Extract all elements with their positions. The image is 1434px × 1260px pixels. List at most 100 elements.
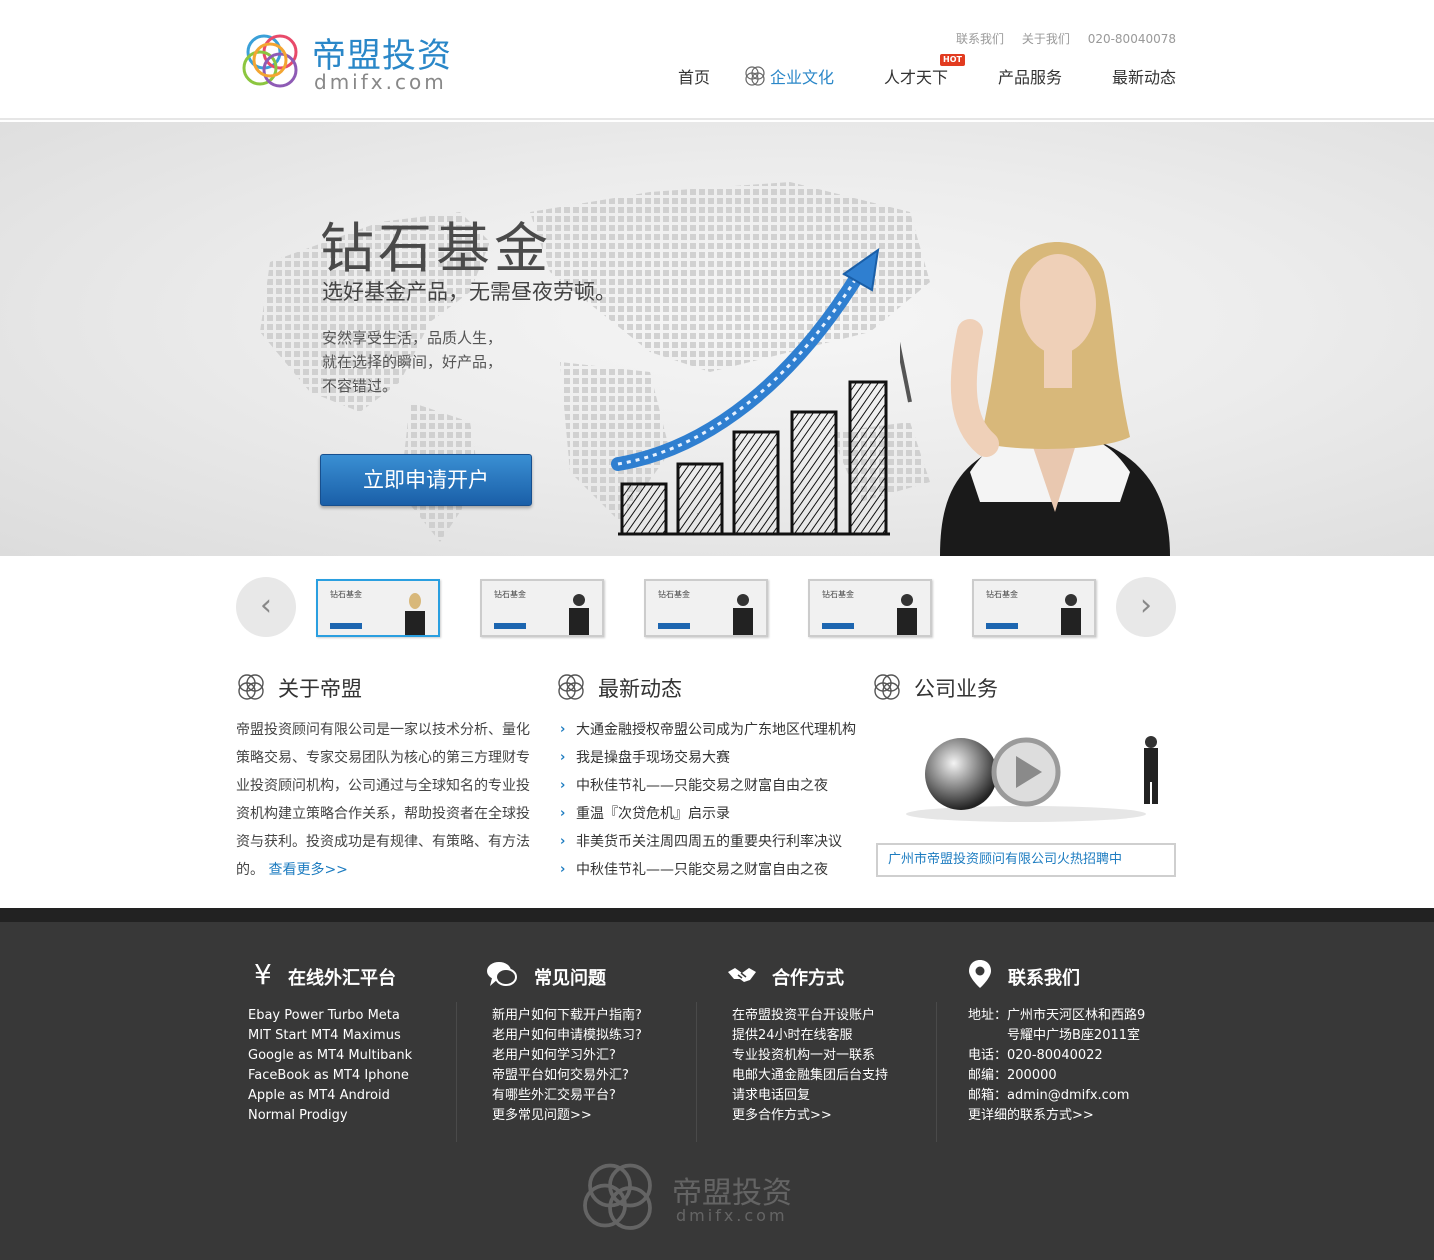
banner-desc-line: 就在选择的瞬间，好产品， bbox=[322, 353, 503, 371]
news-item[interactable]: › 我是操盘手现场交易大赛 bbox=[560, 744, 870, 772]
footer-link[interactable]: 请求电话回复 bbox=[732, 1086, 888, 1106]
news-item-label: 我是操盘手现场交易大赛 bbox=[576, 750, 730, 766]
footer-link[interactable]: 新用户如何下载开户指南? bbox=[492, 1006, 642, 1026]
site-header: 帝盟投资 dmifx.com 联系我们 关于我们 020-80040078 首页… bbox=[0, 0, 1434, 120]
next-slide-button[interactable]: › bbox=[1116, 577, 1176, 637]
footer-link[interactable]: 有哪些外汇交易平台? bbox=[492, 1086, 642, 1106]
news-item-label: 大通金融授权帝盟公司成为广东地区代理机构 bbox=[576, 722, 856, 738]
thumbnail-slide[interactable]: 钻石基金 bbox=[644, 579, 768, 637]
footer-list: 在帝盟投资平台开设账户 提供24小时在线客服 专业投资机构一对一联系 电邮大通金… bbox=[732, 1006, 888, 1126]
nav-news[interactable]: 最新动态 bbox=[1112, 64, 1176, 88]
footer-link[interactable]: 更多常见问题>> bbox=[492, 1106, 642, 1126]
nav-talent[interactable]: 人才天下 HOT bbox=[884, 54, 965, 88]
nav-home[interactable]: 首页 bbox=[678, 64, 710, 88]
footer-divider bbox=[696, 1002, 697, 1142]
footer-link[interactable]: 更多合作方式>> bbox=[732, 1106, 888, 1126]
footer-brand-en: dmifx.com bbox=[676, 1206, 788, 1225]
recruit-banner-link[interactable]: 广州市帝盟投资顾问有限公司火热招聘中 bbox=[876, 843, 1176, 877]
footer-heading: 常见问题 bbox=[486, 958, 642, 992]
footer-link[interactable]: FaceBook as MT4 Iphone bbox=[248, 1066, 412, 1086]
footer-title: 常见问题 bbox=[534, 968, 606, 989]
thumbnail-slide[interactable]: 钻石基金 bbox=[808, 579, 932, 637]
footer-link[interactable]: MIT Start MT4 Maximus bbox=[248, 1026, 412, 1046]
thumbnail-title: 钻石基金 bbox=[330, 590, 362, 599]
footer-link[interactable]: Ebay Power Turbo Meta bbox=[248, 1006, 412, 1026]
about-more-link[interactable]: 查看更多>> bbox=[268, 862, 347, 878]
footer-link[interactable]: 更详细的联系方式>> bbox=[968, 1106, 1145, 1126]
footer-link[interactable]: Google as MT4 Multibank bbox=[248, 1046, 412, 1066]
thumbnail-slide[interactable]: 钻石基金 bbox=[972, 579, 1096, 637]
about-text: 帝盟投资顾问有限公司是一家以技术分析、量化策略交易、专家交易团队为核心的第三方理… bbox=[236, 716, 536, 884]
footer-link[interactable]: Apple as MT4 Android bbox=[248, 1086, 412, 1106]
thumbnail-figure bbox=[1061, 594, 1081, 635]
handshake-icon bbox=[728, 968, 756, 982]
thumbnail-title: 钻石基金 bbox=[986, 590, 1018, 599]
news-item[interactable]: › 中秋佳节礼——只能交易之财富自由之夜 bbox=[560, 772, 870, 800]
footer-title: 联系我们 bbox=[1008, 968, 1080, 989]
site-footer: ¥ 在线外汇平台 Ebay Power Turbo Meta MIT Start… bbox=[0, 908, 1434, 1260]
banner-subtitle: 选好基金产品，无需昼夜劳顿。 bbox=[322, 280, 616, 304]
footer-link[interactable]: Normal Prodigy bbox=[248, 1106, 412, 1126]
swirl-icon bbox=[238, 674, 264, 700]
businesswoman-illustration bbox=[900, 242, 1170, 556]
nav-talent-label: 人才天下 bbox=[884, 68, 949, 87]
footer-heading: 联系我们 bbox=[964, 958, 1145, 992]
footer-list: 地址：广州市天河区林和西路9 号耀中广场B座2011室 电话：020-80040… bbox=[968, 1006, 1145, 1126]
top-links: 联系我们 关于我们 020-80040078 bbox=[942, 30, 1176, 47]
yen-icon: ¥ bbox=[254, 958, 272, 990]
banner-thumbnails: ‹ 钻石基金 钻石基金 钻石基金 钻石基金 钻石基金 › bbox=[236, 575, 1180, 641]
top-link-contact[interactable]: 联系我们 bbox=[956, 32, 1004, 46]
footer-link[interactable]: 帝盟平台如何交易外汇? bbox=[492, 1066, 642, 1086]
footer-list: Ebay Power Turbo Meta MIT Start MT4 Maxi… bbox=[248, 1006, 412, 1126]
footer-link[interactable]: 专业投资机构一对一联系 bbox=[732, 1046, 888, 1066]
logo-rings-icon bbox=[242, 34, 298, 88]
thumbnail-figure bbox=[569, 594, 589, 635]
thumbnail-button bbox=[494, 623, 526, 629]
swirl-icon bbox=[745, 66, 765, 86]
nav-products[interactable]: 产品服务 bbox=[998, 64, 1062, 88]
thumbnail-button bbox=[658, 623, 690, 629]
svg-text:¥: ¥ bbox=[254, 958, 272, 990]
news-title: 最新动态 bbox=[598, 677, 682, 701]
news-item-label: 重温『次贷危机』启示录 bbox=[576, 806, 730, 822]
chevron-right-icon: › bbox=[560, 750, 566, 765]
about-title: 关于帝盟 bbox=[278, 677, 362, 701]
thumbnail-button bbox=[986, 623, 1018, 629]
nav-culture[interactable]: 企业文化 bbox=[745, 64, 834, 88]
chevron-right-icon: › bbox=[560, 862, 566, 877]
banner-desc-line: 安然享受生活，品质人生， bbox=[322, 329, 503, 347]
thumbnail-figure bbox=[897, 594, 917, 635]
footer-divider bbox=[936, 1002, 937, 1142]
news-item[interactable]: › 重温『次贷危机』启示录 bbox=[560, 800, 870, 828]
footer-link[interactable]: 电邮大通金融集团后台支持 bbox=[732, 1066, 888, 1086]
hot-badge: HOT bbox=[940, 54, 965, 66]
thumbnail-slide[interactable]: 钻石基金 bbox=[480, 579, 604, 637]
apply-account-button[interactable]: 立即申请开户 bbox=[320, 454, 532, 506]
news-item-label: 非美货币关注周四周五的重要央行利率决议 bbox=[576, 834, 842, 850]
footer-col-faq: 常见问题 新用户如何下载开户指南? 老用户如何申请模拟练习? 老用户如何学习外汇… bbox=[486, 958, 642, 1126]
chevron-right-icon: › bbox=[1140, 588, 1152, 623]
contact-phone: 电话：020-80040022 bbox=[968, 1048, 1103, 1063]
news-item[interactable]: › 非美货币关注周四周五的重要央行利率决议 bbox=[560, 828, 870, 856]
footer-link[interactable]: 老用户如何学习外汇? bbox=[492, 1046, 642, 1066]
prev-slide-button[interactable]: ‹ bbox=[236, 577, 296, 637]
business-title: 公司业务 bbox=[914, 677, 998, 701]
news-item-label: 中秋佳节礼——只能交易之财富自由之夜 bbox=[576, 862, 828, 878]
footer-link[interactable]: 在帝盟投资平台开设账户 bbox=[732, 1006, 888, 1026]
footer-col-platform: ¥ 在线外汇平台 Ebay Power Turbo Meta MIT Start… bbox=[248, 958, 412, 1126]
footer-logo: 帝盟投资 dmifx.com bbox=[580, 1158, 820, 1238]
business-video-thumbnail[interactable] bbox=[876, 722, 1176, 832]
footer-link[interactable]: 提供24小时在线客服 bbox=[732, 1026, 888, 1046]
logo[interactable]: 帝盟投资 dmifx.com bbox=[240, 28, 480, 98]
contact-email[interactable]: 邮箱：admin@dmifx.com bbox=[968, 1086, 1145, 1106]
footer-link[interactable]: 老用户如何申请模拟练习? bbox=[492, 1026, 642, 1046]
footer-divider bbox=[456, 1002, 457, 1142]
thumbnail-slide[interactable]: 钻石基金 bbox=[316, 579, 440, 637]
contact-address: 地址：广州市天河区林和西路9 bbox=[968, 1008, 1146, 1023]
top-link-about[interactable]: 关于我们 bbox=[1022, 32, 1070, 46]
news-item[interactable]: › 大通金融授权帝盟公司成为广东地区代理机构 bbox=[560, 716, 870, 744]
news-item[interactable]: › 中秋佳节礼——只能交易之财富自由之夜 bbox=[560, 856, 870, 884]
map-pin-icon bbox=[969, 960, 991, 988]
footer-col-coop: 合作方式 在帝盟投资平台开设账户 提供24小时在线客服 专业投资机构一对一联系 … bbox=[726, 958, 888, 1126]
thumbnail-title: 钻石基金 bbox=[658, 590, 690, 599]
